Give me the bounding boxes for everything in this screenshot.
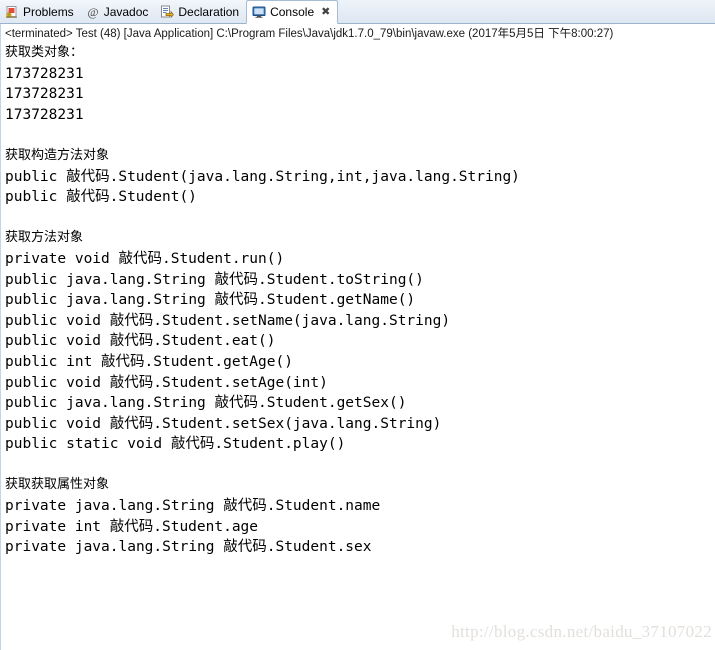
tab-console[interactable]: Console ✖ [246, 0, 339, 24]
console-line: 173728231 [5, 86, 84, 103]
console-line: private void 敲代码.Student.run() [5, 250, 285, 267]
tab-bar-filler [338, 0, 715, 23]
close-icon[interactable]: ✖ [321, 6, 330, 18]
console-icon [252, 5, 266, 19]
console-section-header: 获取类对象： [5, 45, 84, 60]
console-line: public java.lang.String 敲代码.Student.toSt… [5, 271, 424, 288]
console-line: 173728231 [5, 106, 84, 123]
console-output: 获取类对象： 173728231 173728231 173728231 获取构造方法… [1, 43, 714, 558]
declaration-icon [160, 5, 175, 19]
console-line: public int 敲代码.Student.getAge() [5, 353, 293, 370]
console-line: public 敲代码.Student(java.lang.String,int,… [5, 168, 520, 185]
tab-problems-label: Problems [23, 4, 74, 19]
console-line: public java.lang.String 敲代码.Student.getS… [5, 395, 407, 412]
console-line: private java.lang.String 敲代码.Student.sex [5, 539, 372, 556]
console-line: 173728231 [5, 65, 84, 82]
console-line: public java.lang.String 敲代码.Student.getN… [5, 292, 416, 309]
tab-declaration[interactable]: Declaration [155, 0, 246, 23]
tab-declaration-label: Declaration [178, 4, 240, 19]
tab-javadoc[interactable]: @ Javadoc [81, 0, 156, 23]
console-section-header: 获取方法对象 [5, 230, 84, 246]
watermark: http://blog.csdn.net/baidu_37107022 [451, 622, 712, 641]
console-section-header: 获取构造方法对象 [5, 147, 110, 163]
console-line: private java.lang.String 敲代码.Student.nam… [5, 498, 381, 515]
console-line: public static void 敲代码.Student.play() [5, 436, 346, 453]
view-tab-bar: Problems @ Javadoc Declaration Console ✖ [0, 0, 715, 24]
console-line: public void 敲代码.Student.setName(java.lan… [5, 312, 451, 329]
console-view[interactable]: <terminated> Test (48) [Java Application… [0, 24, 715, 650]
console-line: public void 敲代码.Student.setSex(java.lang… [5, 415, 442, 432]
problems-icon [5, 5, 19, 19]
svg-text:@: @ [87, 5, 98, 19]
console-line: public void 敲代码.Student.setAge(int) [5, 374, 328, 391]
tab-javadoc-label: Javadoc [103, 4, 149, 19]
javadoc-at-icon: @ [86, 5, 100, 19]
console-line: private int 敲代码.Student.age [5, 518, 259, 535]
console-line: public void 敲代码.Student.eat() [5, 333, 276, 350]
console-section-header: 获取获取属性对象 [5, 477, 110, 493]
tab-problems[interactable]: Problems [0, 0, 81, 23]
tab-console-label: Console [270, 5, 315, 19]
console-line: public 敲代码.Student() [5, 189, 197, 206]
launch-configuration-line: <terminated> Test (48) [Java Application… [5, 28, 614, 40]
